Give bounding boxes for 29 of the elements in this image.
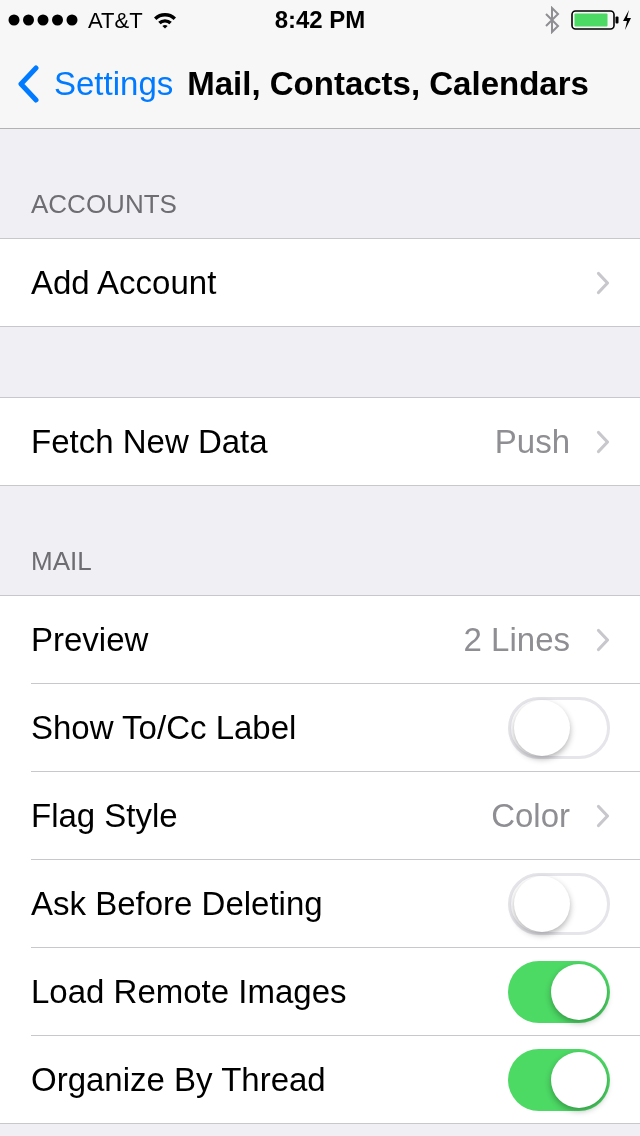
chevron-right-icon: [596, 270, 610, 295]
row-label: Show To/Cc Label: [31, 707, 297, 748]
screen-title: Mail, Contacts, Calendars: [187, 64, 589, 105]
row-value: 2 Lines: [463, 619, 570, 660]
row-label: Ask Before Deleting: [31, 883, 323, 924]
row-label: Organize By Thread: [31, 1059, 326, 1100]
row-value: Push: [494, 421, 570, 462]
chevron-right-icon: [596, 429, 610, 454]
row-label: Load Remote Images: [31, 971, 347, 1012]
row-value: Color: [491, 795, 570, 836]
battery-icon: [571, 10, 619, 30]
row-label: Preview: [31, 619, 149, 660]
section-header: MAIL: [31, 545, 92, 578]
wifi-icon: [152, 11, 177, 29]
toggle-switch[interactable]: [508, 960, 610, 1023]
signal-strength-icon: [8, 14, 78, 26]
row-label: Fetch New Data: [31, 421, 268, 462]
back-chevron-icon: [16, 65, 40, 103]
row-label: Flag Style: [31, 795, 178, 836]
charging-bolt-icon: [622, 10, 632, 30]
chevron-right-icon: [596, 803, 610, 828]
chevron-right-icon: [596, 627, 610, 652]
bluetooth-icon: [544, 6, 560, 34]
carrier-name: AT&T: [88, 6, 143, 35]
back-button[interactable]: Settings: [16, 59, 174, 109]
section-header: ACCOUNTS: [31, 188, 177, 221]
row-label: Add Account: [31, 262, 217, 303]
toggle-switch[interactable]: [508, 1048, 610, 1111]
status-time: 8:42 PM: [274, 5, 366, 35]
